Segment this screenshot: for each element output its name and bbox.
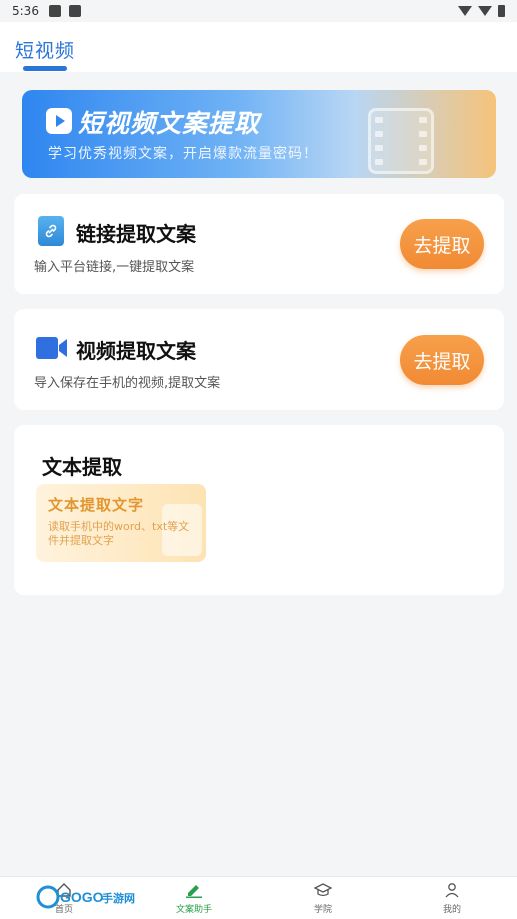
tab-copy-assistant[interactable]: 文案助手	[164, 881, 224, 915]
text-extract-title: 文本提取	[42, 455, 122, 479]
video-extract-go-button[interactable]: 去提取	[400, 335, 484, 385]
video-camera-icon	[36, 336, 68, 360]
film-strip-icon	[368, 108, 434, 174]
video-extract-card[interactable]: 视频提取文案 导入保存在手机的视频,提取文案 去提取	[14, 309, 504, 410]
banner-title: 短视频文案提取	[78, 109, 261, 138]
notification-icon	[48, 5, 61, 17]
tab-copy-assistant-label: 文案助手	[175, 905, 212, 915]
link-extract-go-button[interactable]: 去提取	[400, 219, 484, 269]
text-extract-section: 文本提取 文本提取文字 读取手机中的word、txt等文件并提取文字	[14, 425, 504, 595]
wifi-icon	[458, 6, 472, 16]
text-extract-card-title: 文本提取文字	[48, 496, 145, 514]
svg-text:手游网: 手游网	[102, 891, 135, 905]
tab-mine[interactable]: 我的	[422, 881, 482, 915]
graduation-cap-icon	[293, 881, 353, 899]
pen-icon	[164, 881, 224, 899]
app-notification-icon	[68, 5, 81, 17]
video-extract-title: 视频提取文案	[76, 339, 196, 363]
tab-academy[interactable]: 学院	[293, 881, 353, 915]
link-extract-card[interactable]: 链接提取文案 输入平台链接,一键提取文案 去提取	[14, 194, 504, 294]
status-right	[458, 5, 505, 17]
tab-short-video[interactable]: 短视频	[15, 36, 75, 63]
tab-mine-label: 我的	[442, 905, 461, 915]
status-time: 5:36	[12, 4, 39, 18]
top-header: 短视频	[0, 22, 517, 72]
link-extract-title: 链接提取文案	[76, 222, 196, 246]
text-extract-card[interactable]: 文本提取文字 读取手机中的word、txt等文件并提取文字	[36, 484, 206, 562]
banner-subtitle: 学习优秀视频文案，开启爆款流量密码！	[48, 146, 318, 162]
user-icon	[422, 881, 482, 899]
active-tab-indicator	[23, 66, 67, 71]
battery-icon	[498, 5, 505, 17]
signal-icon	[478, 6, 492, 16]
text-extract-card-sub: 读取手机中的word、txt等文件并提取文字	[48, 520, 190, 547]
link-icon	[38, 216, 64, 246]
watermark-logo: GOGO 手游网	[36, 884, 136, 910]
promo-banner[interactable]: 短视频文案提取 学习优秀视频文案，开启爆款流量密码！	[22, 90, 496, 178]
link-extract-desc: 输入平台链接,一键提取文案	[34, 260, 195, 275]
play-icon	[46, 108, 72, 134]
status-bar: 5:36	[0, 0, 517, 22]
tab-academy-label: 学院	[313, 905, 332, 915]
video-extract-desc: 导入保存在手机的视频,提取文案	[34, 376, 221, 391]
svg-text:GOGO: GOGO	[60, 889, 104, 905]
